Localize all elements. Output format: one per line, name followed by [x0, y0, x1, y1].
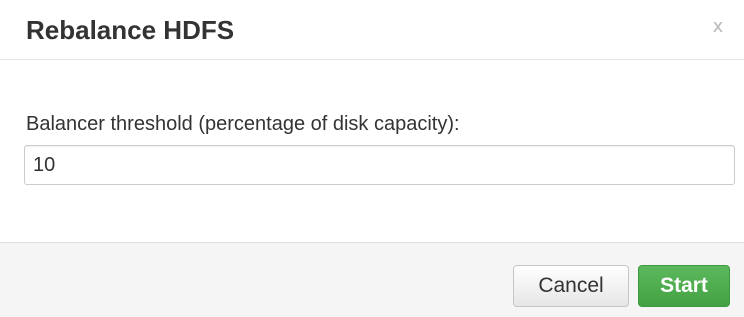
- dialog-footer: Cancel Start: [0, 242, 744, 317]
- balancer-threshold-input[interactable]: [24, 145, 735, 185]
- close-icon[interactable]: x: [706, 14, 730, 40]
- dialog-body: Balancer threshold (percentage of disk c…: [0, 61, 744, 242]
- dialog-header: Rebalance HDFS x: [0, 0, 744, 60]
- start-button[interactable]: Start: [638, 265, 730, 307]
- rebalance-hdfs-dialog: Rebalance HDFS x Balancer threshold (per…: [0, 0, 744, 317]
- cancel-button[interactable]: Cancel: [513, 265, 629, 307]
- dialog-title: Rebalance HDFS: [26, 15, 235, 45]
- balancer-threshold-label: Balancer threshold (percentage of disk c…: [26, 113, 460, 135]
